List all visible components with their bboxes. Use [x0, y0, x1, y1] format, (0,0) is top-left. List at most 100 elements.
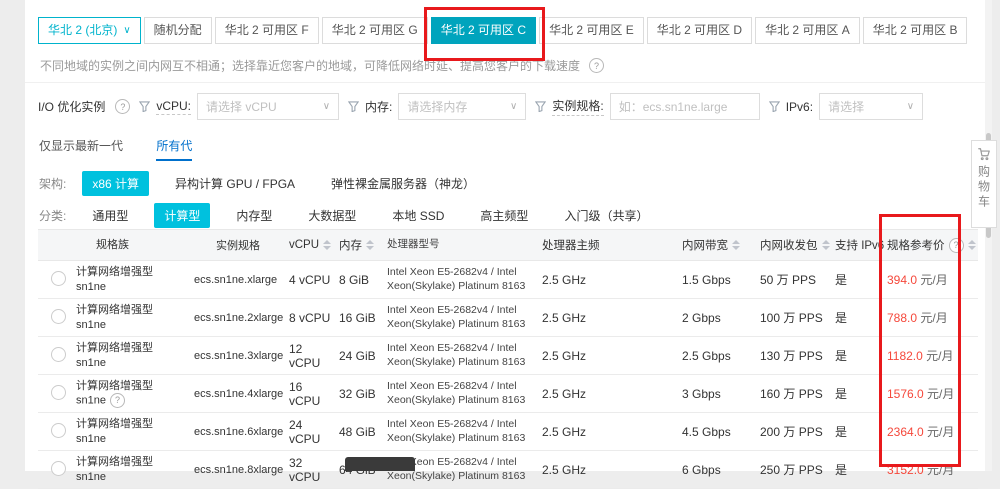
memory-cell: 8 GiB [335, 273, 383, 287]
row-radio[interactable] [51, 347, 66, 362]
bandwidth-cell: 2.5 Gbps [678, 349, 756, 363]
filter-row: I/O 优化实例 ? vCPU: 请选择 vCPU ∨ 内存: 请选择内存 ∨ … [38, 93, 923, 120]
tab-all-generations[interactable]: 所有代 [156, 139, 192, 161]
price-cell: 788.0 元/月 [883, 309, 975, 326]
category-chip[interactable]: 本地 SSD [382, 203, 454, 228]
ipv6-select-placeholder: 请选择 [828, 98, 864, 115]
vcpu-cell: 4 vCPU [285, 273, 335, 287]
table-row[interactable]: 计算网络增强型 sn1ne ecs.sn1ne.xlarge 4 vCPU 8 … [38, 261, 978, 299]
help-icon[interactable]: ? [115, 99, 130, 114]
vcpu-cell: 32 vCPU [285, 456, 335, 484]
header-family: 规格族 [72, 238, 190, 252]
cpu-cell: Intel Xeon E5-2682v4 / Intel Xeon(Skylak… [383, 342, 538, 368]
tab-latest-generation[interactable]: 仅显示最新一代 [39, 139, 123, 159]
help-icon[interactable]: ? [949, 238, 964, 253]
category-chip[interactable]: 通用型 [82, 203, 138, 228]
pps-cell: 250 万 PPS [756, 461, 831, 478]
spec-cell: ecs.sn1ne.2xlarge [190, 312, 285, 324]
memory-cell: 48 GiB [335, 425, 383, 439]
vcpu-cell: 12 vCPU [285, 342, 335, 370]
freq-cell: 2.5 GHz [538, 387, 678, 401]
price-unit: 元/月 [927, 463, 954, 477]
price-cell: 394.0 元/月 [883, 271, 975, 288]
arch-chip[interactable]: 异构计算 GPU / FPGA [165, 171, 305, 196]
table-row[interactable]: 计算网络增强型 sn1ne ecs.sn1ne.6xlarge 24 vCPU … [38, 413, 978, 451]
table-row[interactable]: 计算网络增强型 sn1ne ecs.sn1ne.3xlarge 12 vCPU … [38, 337, 978, 375]
zone-button[interactable]: 华北 2 可用区 D [647, 17, 752, 44]
filter-icon [139, 101, 150, 112]
price-cell: 3152.0 元/月 [883, 461, 975, 478]
cart-icon [977, 147, 991, 161]
category-label: 分类: [39, 207, 66, 224]
ipv6-cell: 是 [831, 385, 883, 402]
radio-cell [38, 309, 72, 327]
bandwidth-cell: 2 Gbps [678, 311, 756, 325]
bandwidth-cell: 4.5 Gbps [678, 425, 756, 439]
row-radio[interactable] [51, 461, 66, 476]
vcpu-cell: 8 vCPU [285, 311, 335, 325]
row-radio[interactable] [51, 271, 66, 286]
vcpu-select[interactable]: 请选择 vCPU ∨ [197, 93, 339, 120]
zone-button[interactable]: 华北 2 可用区 B [863, 17, 968, 44]
bandwidth-cell: 3 Gbps [678, 387, 756, 401]
spec-input[interactable] [610, 93, 760, 120]
category-chip[interactable]: 高主频型 [470, 203, 538, 228]
zone-button[interactable]: 华北 2 可用区 G [322, 17, 428, 44]
ipv6-cell: 是 [831, 461, 883, 478]
arch-chip[interactable]: 弹性裸金属服务器（神龙） [321, 171, 485, 196]
sort-icon[interactable] [366, 240, 374, 250]
table-row[interactable]: 计算网络增强型 sn1ne ecs.sn1ne.8xlarge 32 vCPU … [38, 451, 978, 489]
table-row[interactable]: 计算网络增强型 sn1ne ecs.sn1ne.2xlarge 8 vCPU 1… [38, 299, 978, 337]
table-row[interactable]: 计算网络增强型 sn1ne? ecs.sn1ne.4xlarge 16 vCPU… [38, 375, 978, 413]
row-radio[interactable] [51, 309, 66, 324]
filter-icon [769, 101, 780, 112]
io-optimized-group: I/O 优化实例 ? [38, 98, 130, 115]
memory-cell: 32 GiB [335, 387, 383, 401]
sort-icon[interactable] [732, 240, 740, 250]
zone-button[interactable]: 随机分配 [144, 17, 212, 44]
category-chip[interactable]: 入门级（共享） [554, 203, 658, 228]
zone-button[interactable]: 华北 2 可用区 A [755, 17, 860, 44]
family-cell: 计算网络增强型 sn1ne [72, 341, 190, 370]
memory-filter-group: 内存: 请选择内存 ∨ [348, 93, 526, 120]
arch-chip-x86[interactable]: x86 计算 [82, 171, 149, 196]
category-chip-selected[interactable]: 计算型 [154, 203, 210, 228]
cpu-cell: Intel Xeon E5-2682v4 / Intel Xeon(Skylak… [383, 304, 538, 330]
spec-cell: ecs.sn1ne.xlarge [190, 274, 285, 286]
sort-icon[interactable] [968, 240, 976, 250]
memory-filter-label: 内存: [365, 98, 392, 115]
ipv6-filter-label: IPv6: [786, 100, 813, 114]
header-spec: 实例规格 [190, 237, 285, 253]
memory-select-placeholder: 请选择内存 [407, 98, 467, 115]
chevron-down-icon: ∨ [510, 101, 517, 112]
row-radio[interactable] [51, 385, 66, 400]
vcpu-select-placeholder: 请选择 vCPU [206, 98, 277, 115]
zone-button-selected[interactable]: 华北 2 可用区 C [431, 17, 536, 44]
spec-cell: ecs.sn1ne.4xlarge [190, 388, 285, 400]
sort-icon[interactable] [323, 240, 331, 250]
sort-icon[interactable] [822, 240, 830, 250]
row-radio[interactable] [51, 423, 66, 438]
region-selector[interactable]: 华北 2 (北京) ∨ [38, 17, 141, 44]
tooltip-fragment [345, 457, 415, 471]
header-price: 规格参考价? [883, 237, 975, 253]
pps-cell: 100 万 PPS [756, 309, 831, 326]
main-panel: 华北 2 (北京) ∨ 随机分配华北 2 可用区 F华北 2 可用区 G 华北 … [25, 0, 985, 471]
category-chip[interactable]: 大数据型 [298, 203, 366, 228]
pps-cell: 50 万 PPS [756, 271, 831, 288]
zone-button[interactable]: 华北 2 可用区 E [539, 17, 644, 44]
zone-button[interactable]: 华北 2 可用区 F [215, 17, 319, 44]
filter-icon [348, 101, 359, 112]
price-value: 2364.0 [887, 425, 924, 439]
family-cell: 计算网络增强型 sn1ne [72, 455, 190, 484]
ipv6-cell: 是 [831, 271, 883, 288]
category-chip[interactable]: 内存型 [226, 203, 282, 228]
info-icon[interactable]: ? [589, 58, 604, 73]
spec-cell: ecs.sn1ne.8xlarge [190, 464, 285, 476]
help-icon[interactable]: ? [110, 393, 125, 408]
family-cell: 计算网络增强型 sn1ne [72, 303, 190, 332]
cart-tab[interactable]: 购物车 [971, 140, 997, 228]
price-value: 394.0 [887, 273, 917, 287]
ipv6-select[interactable]: 请选择 ∨ [819, 93, 923, 120]
memory-select[interactable]: 请选择内存 ∨ [398, 93, 526, 120]
